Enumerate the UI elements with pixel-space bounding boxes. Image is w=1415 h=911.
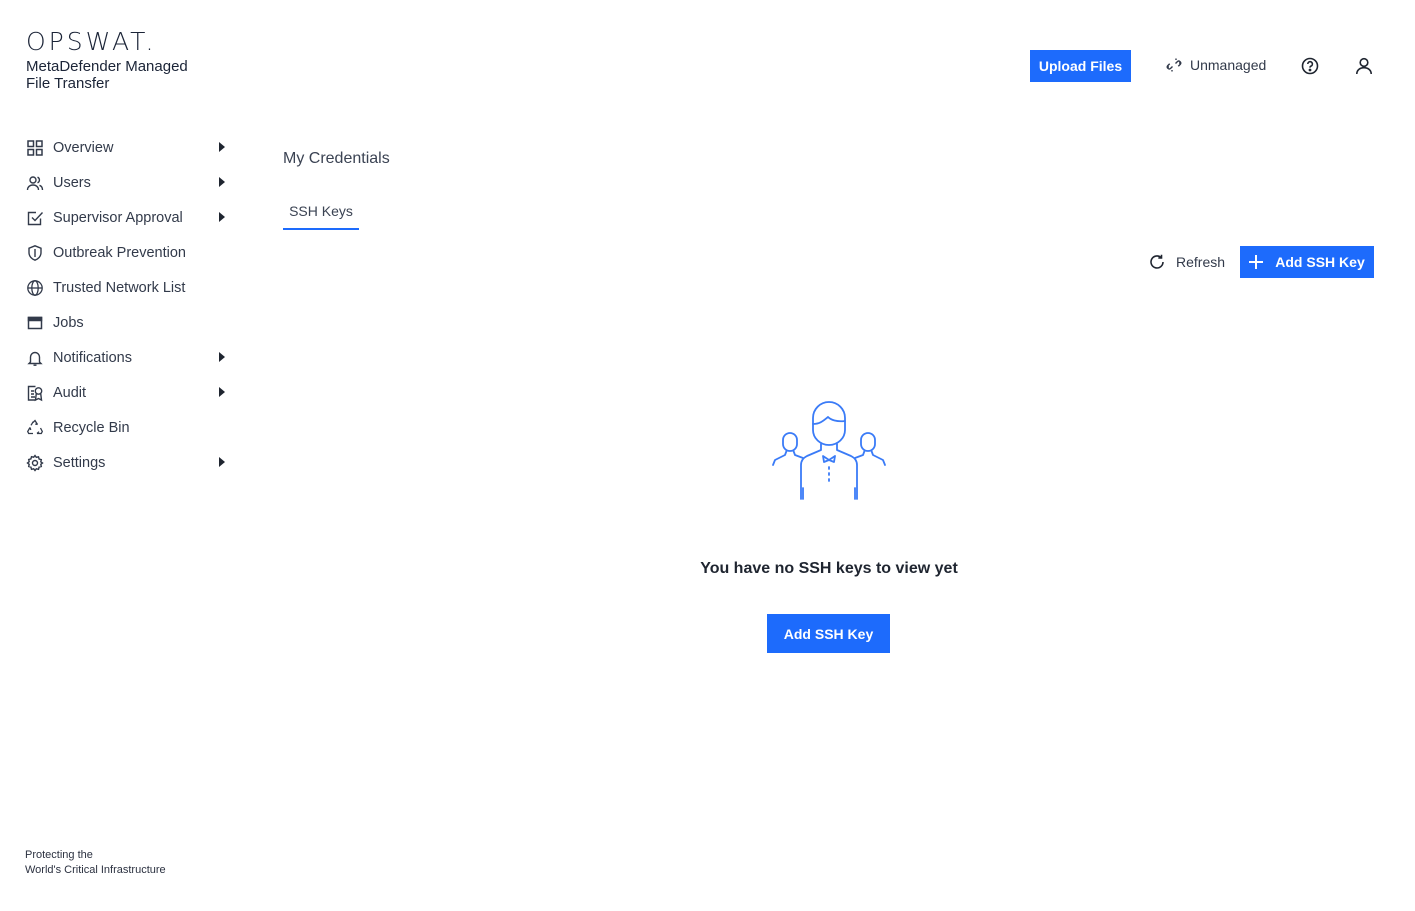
caret-right-icon [219,212,225,222]
add-ssh-key-label: Add SSH Key [1275,254,1365,270]
sidebar-item-label: Supervisor Approval [53,209,183,226]
refresh-icon [1148,253,1166,271]
caret-right-icon [219,387,225,397]
page-title: My Credentials [283,150,390,167]
gear-icon [26,453,44,472]
sidebar-item-settings[interactable]: Settings [0,445,245,480]
sidebar-item-label: Recycle Bin [53,419,130,436]
tagline-line-1: Protecting the [25,849,93,861]
users-icon [26,174,44,192]
sidebar-item-recycle-bin[interactable]: Recycle Bin [0,410,245,445]
sidebar-item-audit[interactable]: Audit [0,375,245,410]
help-circle-icon[interactable] [1300,56,1320,76]
sidebar-item-label: Overview [53,139,114,156]
tab-label: SSH Keys [289,203,353,219]
empty-state-people-icon [767,400,891,502]
globe-icon [26,279,44,297]
sidebar-item-label: Trusted Network List [53,279,186,296]
check-square-icon [26,209,44,227]
tagline-line-2: World's Critical Infrastructure [25,864,166,876]
grid-icon [26,139,44,157]
empty-state-message: You have no SSH keys to view yet [700,560,958,577]
sidebar-item-label: Outbreak Prevention [53,244,186,261]
sidebar-item-label: Settings [53,454,106,471]
refresh-label: Refresh [1176,254,1226,270]
empty-state-add-ssh-key-button[interactable]: Add SSH Key [767,614,890,653]
unmanaged-label: Unmanaged [1190,57,1267,73]
caret-right-icon [219,177,225,187]
add-ssh-key-button[interactable]: Add SSH Key [1240,246,1374,278]
audit-icon [26,384,44,402]
refresh-button[interactable]: Refresh [1148,252,1225,272]
shield-icon [26,244,44,262]
caret-right-icon [219,352,225,362]
sidebar-item-label: Notifications [53,349,132,366]
sidebar-item-label: Jobs [53,314,84,331]
plus-icon [1249,255,1264,269]
sidebar-item-notifications[interactable]: Notifications [0,340,245,375]
caret-right-icon [219,142,225,152]
caret-right-icon [219,457,225,467]
sidebar-nav: Overview Users Supervisor Approval Outbr… [0,130,245,480]
user-icon[interactable] [1354,56,1374,76]
opswat-logo[interactable]: OPSWAT. [26,28,206,56]
unlink-icon [1166,57,1182,73]
window-icon [26,314,44,332]
sidebar-item-jobs[interactable]: Jobs [0,305,245,340]
tab-ssh-keys[interactable]: SSH Keys [283,200,359,230]
product-name: MetaDefender Managed File Transfer [26,58,188,92]
sidebar-item-overview[interactable]: Overview [0,130,245,165]
tagline: Protecting the World's Critical Infrastr… [25,848,166,878]
sidebar-item-trusted-network-list[interactable]: Trusted Network List [0,270,245,305]
upload-files-button[interactable]: Upload Files [1030,50,1131,82]
sidebar-item-supervisor-approval[interactable]: Supervisor Approval [0,200,245,235]
unmanaged-status-link[interactable]: Unmanaged [1166,55,1266,75]
sidebar-item-users[interactable]: Users [0,165,245,200]
sidebar-item-label: Audit [53,384,87,401]
sidebar-item-outbreak-prevention[interactable]: Outbreak Prevention [0,235,245,270]
brand: OPSWAT. MetaDefender Managed File Transf… [26,28,206,93]
recycle-icon [26,418,44,437]
sidebar-item-label: Users [53,174,91,191]
bell-icon [26,349,44,367]
